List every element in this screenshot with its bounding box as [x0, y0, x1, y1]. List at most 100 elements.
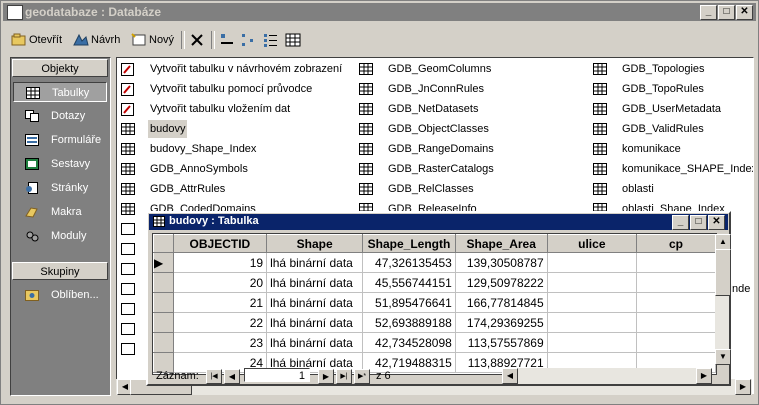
close-button[interactable]: ✕	[736, 5, 753, 20]
table-cell[interactable]	[546, 252, 638, 273]
minimize-button[interactable]: _	[700, 5, 717, 20]
table-row: ▶ 19 lhá binární data 47,326135453 139,3…	[153, 252, 716, 273]
new-record-button[interactable]: ▶*	[354, 369, 370, 384]
table-cell[interactable]: lhá binární data	[266, 272, 364, 293]
create-wizard-icon	[121, 83, 134, 96]
table-cell[interactable]: lhá binární data	[266, 312, 364, 333]
sidebar-item-queries[interactable]: Dotazy	[13, 106, 107, 126]
list-view-button[interactable]	[263, 30, 281, 50]
table-cell[interactable]	[636, 332, 716, 353]
sidebar-item-macros[interactable]: Makra	[13, 202, 107, 222]
table-icon	[121, 343, 135, 355]
maximize-button[interactable]: □	[718, 5, 735, 20]
sidebar-item-tables[interactable]: Tabulky	[13, 82, 107, 102]
scroll-left-button[interactable]: ◀	[502, 368, 518, 384]
sidebar-item-label: Tabulky	[52, 87, 90, 99]
report-icon	[25, 158, 39, 170]
table-cell[interactable]: 113,57557869	[454, 332, 548, 353]
table-cell[interactable]: lhá binární data	[266, 292, 364, 313]
sidebar-item-reports[interactable]: Sestavy	[13, 154, 107, 174]
sidebar-item-favorites[interactable]: Oblíben...	[13, 285, 107, 305]
row-selector[interactable]	[153, 272, 174, 293]
large-icons-icon	[221, 34, 233, 45]
table-cell[interactable]	[546, 272, 638, 293]
table-icon	[121, 163, 135, 175]
scroll-down-button[interactable]: ▼	[715, 349, 731, 365]
scroll-thumb[interactable]	[715, 249, 731, 296]
table-cell[interactable]	[636, 292, 716, 313]
title-bar: geodatabaze : Databáze _ □ ✕	[3, 3, 756, 21]
table-cell[interactable]: lhá binární data	[266, 332, 364, 353]
close-button[interactable]: ✕	[708, 215, 725, 230]
table-cell[interactable]: 129,50978222	[454, 272, 548, 293]
new-button[interactable]: Nový	[131, 30, 174, 50]
prev-record-button[interactable]: ◀	[224, 369, 240, 384]
objects-header[interactable]: Objekty	[12, 59, 108, 77]
sidebar-item-forms[interactable]: Formuláře	[13, 130, 107, 150]
small-icons-button[interactable]	[241, 30, 259, 50]
create-design-icon	[121, 63, 134, 76]
list-item[interactable]: Inde	[729, 280, 750, 298]
table-cell[interactable]	[636, 312, 716, 333]
minimize-button[interactable]: _	[672, 215, 689, 230]
table-row: 23 lhá binární data 42,734528098 113,575…	[153, 332, 716, 353]
large-icons-button[interactable]	[219, 30, 237, 50]
groups-header[interactable]: Skupiny	[12, 262, 108, 280]
table-icon	[121, 263, 135, 275]
row-selector[interactable]: ▶	[153, 252, 174, 273]
table-cell[interactable]: 174,29369255	[454, 312, 548, 333]
next-record-button[interactable]: ▶	[318, 369, 334, 384]
column-header[interactable]: Shape_Length	[362, 234, 456, 253]
row-selector[interactable]	[153, 332, 174, 353]
table-cell[interactable]: 52,693889188	[362, 312, 456, 333]
record-number-input[interactable]: 1	[244, 368, 310, 382]
table-icon	[121, 283, 135, 295]
table-cell[interactable]: lhá binární data	[266, 252, 364, 273]
scroll-right-button[interactable]: ▶	[735, 379, 751, 395]
open-button[interactable]: Otevřít	[11, 30, 62, 50]
column-header[interactable]: Shape_Area	[454, 234, 548, 253]
column-header[interactable]: OBJECTID	[172, 234, 268, 253]
row-selector[interactable]	[153, 292, 174, 313]
table-vertical-scrollbar[interactable]: ▲ ▼	[715, 234, 731, 365]
table-cell[interactable]: 22	[172, 312, 268, 333]
table-cell[interactable]	[546, 312, 638, 333]
first-record-button[interactable]: |◀	[206, 369, 222, 384]
table-cell[interactable]: 45,556744151	[362, 272, 456, 293]
design-button[interactable]: Návrh	[73, 30, 120, 50]
table-cell[interactable]: 19	[172, 252, 268, 273]
scroll-up-button[interactable]: ▲	[715, 234, 731, 250]
table-cell[interactable]	[636, 272, 716, 293]
table-cell[interactable]: 139,30508787	[454, 252, 548, 273]
column-header[interactable]: cp	[636, 234, 716, 253]
open-label: Otevřít	[29, 34, 63, 46]
column-header[interactable]: Shape	[266, 234, 364, 253]
table-cell[interactable]	[636, 252, 716, 273]
row-selector[interactable]	[153, 312, 174, 333]
table-cell[interactable]	[546, 292, 638, 313]
sidebar-item-label: Moduly	[51, 230, 87, 242]
table-cell[interactable]: 42,734528098	[362, 332, 456, 353]
table-icon	[153, 216, 165, 227]
table-cell[interactable]: 47,326135453	[362, 252, 456, 273]
table-horizontal-scrollbar[interactable]: ◀ ▶	[502, 368, 712, 384]
details-view-button[interactable]	[285, 30, 303, 50]
table-cell[interactable]: 20	[172, 272, 268, 293]
last-record-button[interactable]: ▶|	[336, 369, 352, 384]
toolbar: Otevřít Návrh Nový	[5, 27, 755, 53]
scroll-right-button[interactable]: ▶	[696, 368, 712, 384]
table-icon	[593, 163, 607, 175]
table-cell[interactable]	[546, 332, 638, 353]
window-title: geodatabaze : Databáze	[25, 5, 162, 19]
table-cell[interactable]: 21	[172, 292, 268, 313]
table-cell[interactable]: 166,77814845	[454, 292, 548, 313]
select-all-cell[interactable]	[153, 234, 174, 253]
maximize-button[interactable]: □	[690, 215, 707, 230]
delete-button[interactable]	[189, 30, 207, 50]
sidebar-item-modules[interactable]: Moduly	[13, 226, 107, 246]
sidebar-item-pages[interactable]: Stránky	[13, 178, 107, 198]
column-header[interactable]: ulice	[546, 234, 638, 253]
table-cell[interactable]: 23	[172, 332, 268, 353]
query-icon	[25, 110, 39, 122]
table-cell[interactable]: 51,895476641	[362, 292, 456, 313]
